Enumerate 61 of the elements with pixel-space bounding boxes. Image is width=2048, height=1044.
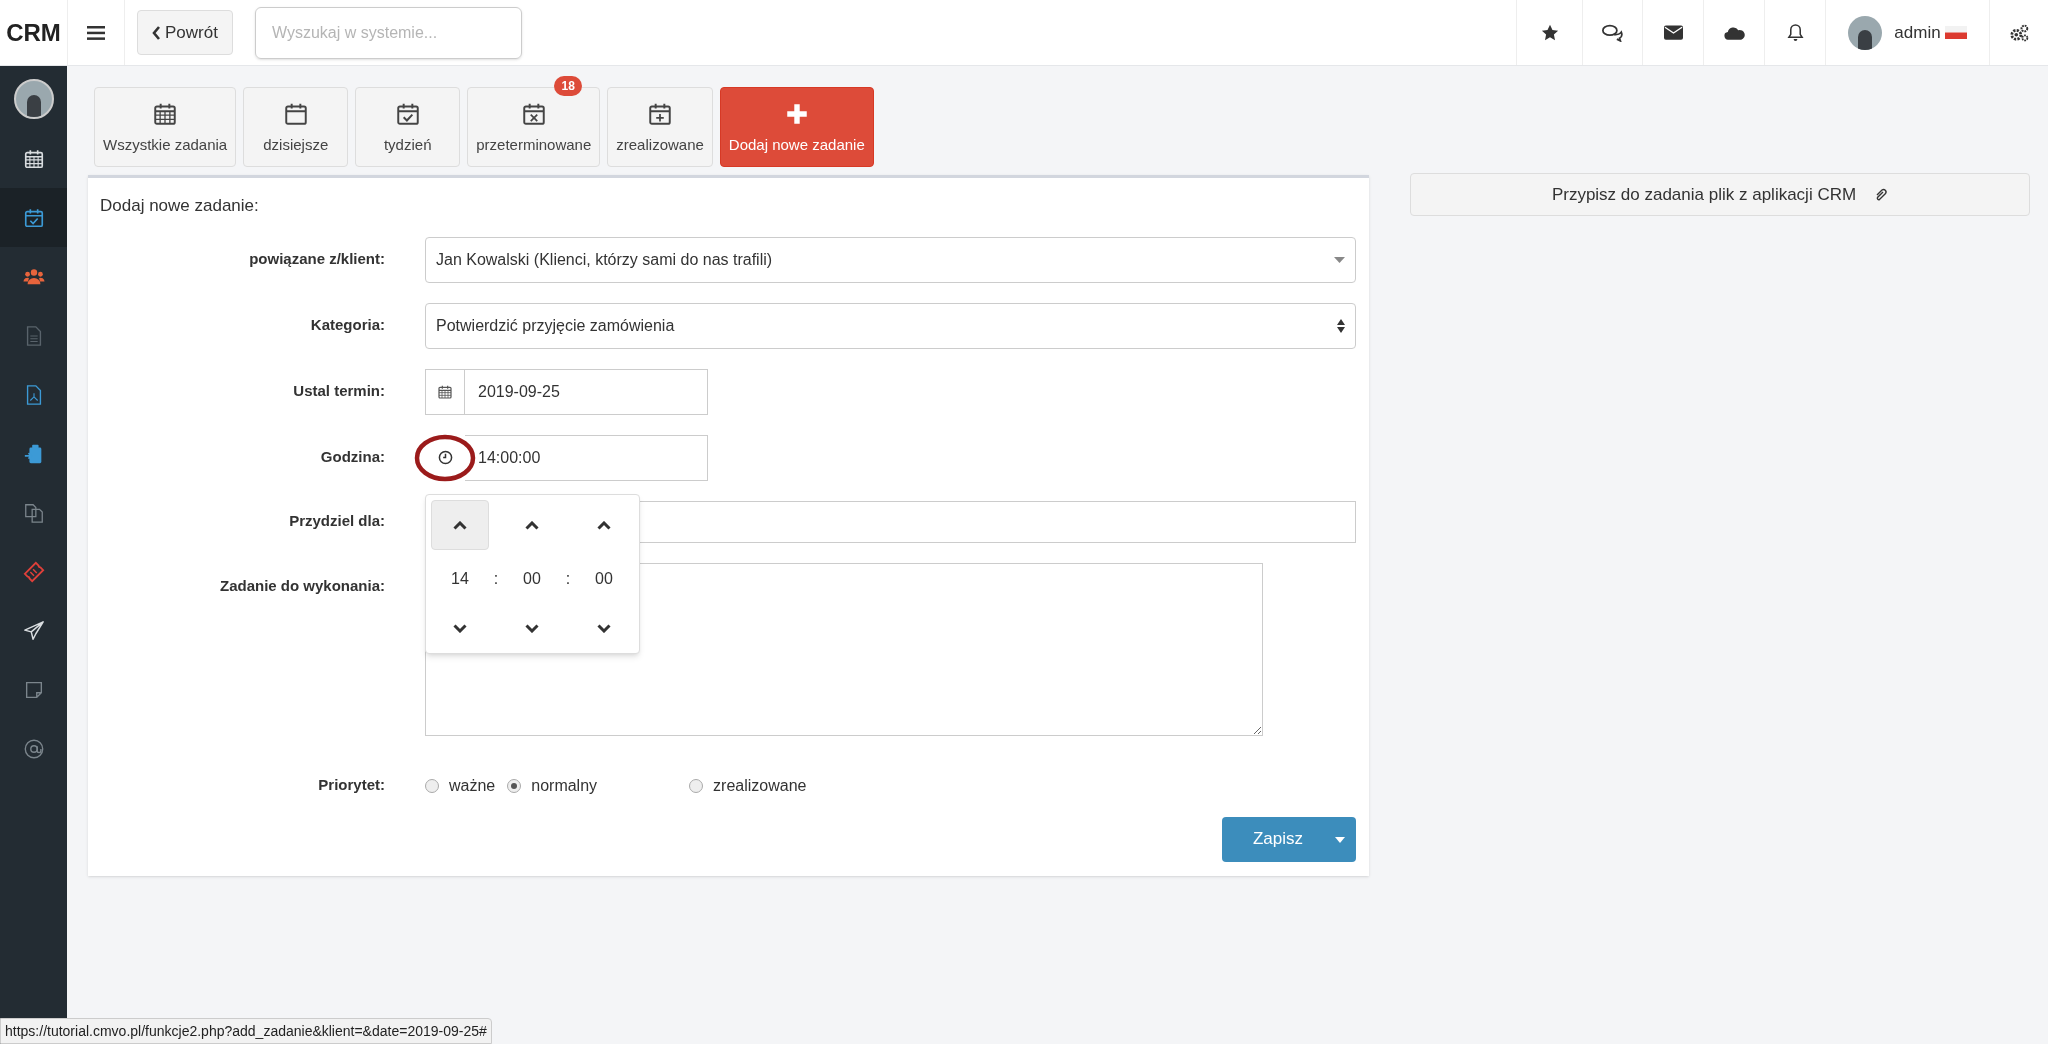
attach-file-button[interactable]: Przypisz do zadania plik z aplikacji CRM <box>1410 173 2030 216</box>
time-separator: : <box>493 569 499 590</box>
field-label: Zadanie do wykonania: <box>218 575 385 596</box>
radio-option[interactable]: normalny <box>507 773 598 798</box>
star-icon[interactable] <box>1540 23 1559 42</box>
select-field[interactable]: Jan Kowalski (Klienci, którzy sami do nas trafili) <box>425 236 1356 283</box>
highlight-circle <box>414 434 476 481</box>
save-button[interactable]: Zapisz <box>1222 816 1356 862</box>
status-bar: https://tutorial.cmvo.pl/funkcje2.php?add_zadanie&klient=&date=2019-09-25# <box>0 1018 492 1044</box>
radio-button[interactable] <box>425 778 439 793</box>
field-label: Kategoria: <box>309 315 385 336</box>
envelope-icon[interactable] <box>1663 25 1683 40</box>
time-value[interactable]: 00 <box>523 567 541 592</box>
sort-arrows-icon <box>1337 318 1345 333</box>
count-badge: 18 <box>554 76 583 96</box>
chevron-down-icon <box>597 624 611 634</box>
clock-icon[interactable] <box>437 450 453 465</box>
logo-text: CRM <box>6 17 61 48</box>
form-title: Dodaj nowe zadanie: <box>99 195 260 217</box>
tab[interactable]: Dodaj nowe zadanie <box>719 87 874 167</box>
chevron-up-icon <box>525 520 539 530</box>
search-field[interactable]: Wyszukaj w systemie... <box>254 6 522 59</box>
radio-button[interactable] <box>689 778 704 793</box>
avatar-icon <box>1848 15 1883 50</box>
menu-icon[interactable] <box>87 25 105 40</box>
tab[interactable]: dzisiejsze <box>243 87 349 167</box>
cloud-icon[interactable] <box>1723 25 1745 40</box>
time-field[interactable]: 14:00:00 <box>465 434 708 481</box>
chevron-up-icon <box>597 520 611 530</box>
username-text: admin <box>1894 21 1941 44</box>
field-label: powiązane z/klient: <box>248 249 385 270</box>
time-value[interactable]: 00 <box>595 567 613 592</box>
radio-option[interactable]: ważne <box>425 773 496 798</box>
radio-button[interactable] <box>507 778 522 793</box>
field-label: Priorytet: <box>317 775 385 796</box>
avatar-icon[interactable] <box>13 79 54 119</box>
field-label: Ustal termin: <box>292 381 385 402</box>
tab[interactable]: tydzień <box>355 87 461 167</box>
user-menu[interactable]: admin <box>1826 0 1990 65</box>
bell-icon[interactable] <box>1786 23 1804 42</box>
time-separator: : <box>565 569 571 590</box>
chevron-down-icon <box>453 624 467 634</box>
caret-down-icon <box>1334 256 1345 263</box>
chat-icon[interactable] <box>1602 23 1623 42</box>
field-label: Przydziel dla: <box>288 511 385 532</box>
time-value[interactable]: 14 <box>451 567 469 592</box>
chevron-down-icon <box>525 624 539 634</box>
sidebar-item[interactable] <box>0 188 67 247</box>
settings-icon[interactable] <box>2009 23 2029 42</box>
back-button[interactable]: Powrót <box>137 10 233 55</box>
chevron-up-icon <box>453 520 467 530</box>
field-label: Godzina: <box>319 447 385 468</box>
paperclip-icon <box>1874 186 1889 203</box>
date-field[interactable]: 2019-09-25 <box>465 368 708 415</box>
flag-icon[interactable] <box>1944 26 1967 39</box>
radio-option[interactable]: zrealizowane <box>689 773 807 798</box>
tab[interactable]: Wszystkie zadania <box>94 87 237 167</box>
tab[interactable]: zrealizowane <box>607 87 713 167</box>
select-field[interactable]: Potwierdzić przyjęcie zamówienia <box>425 302 1356 349</box>
calendar-icon[interactable] <box>437 383 453 400</box>
chevron-left-icon <box>152 25 161 40</box>
